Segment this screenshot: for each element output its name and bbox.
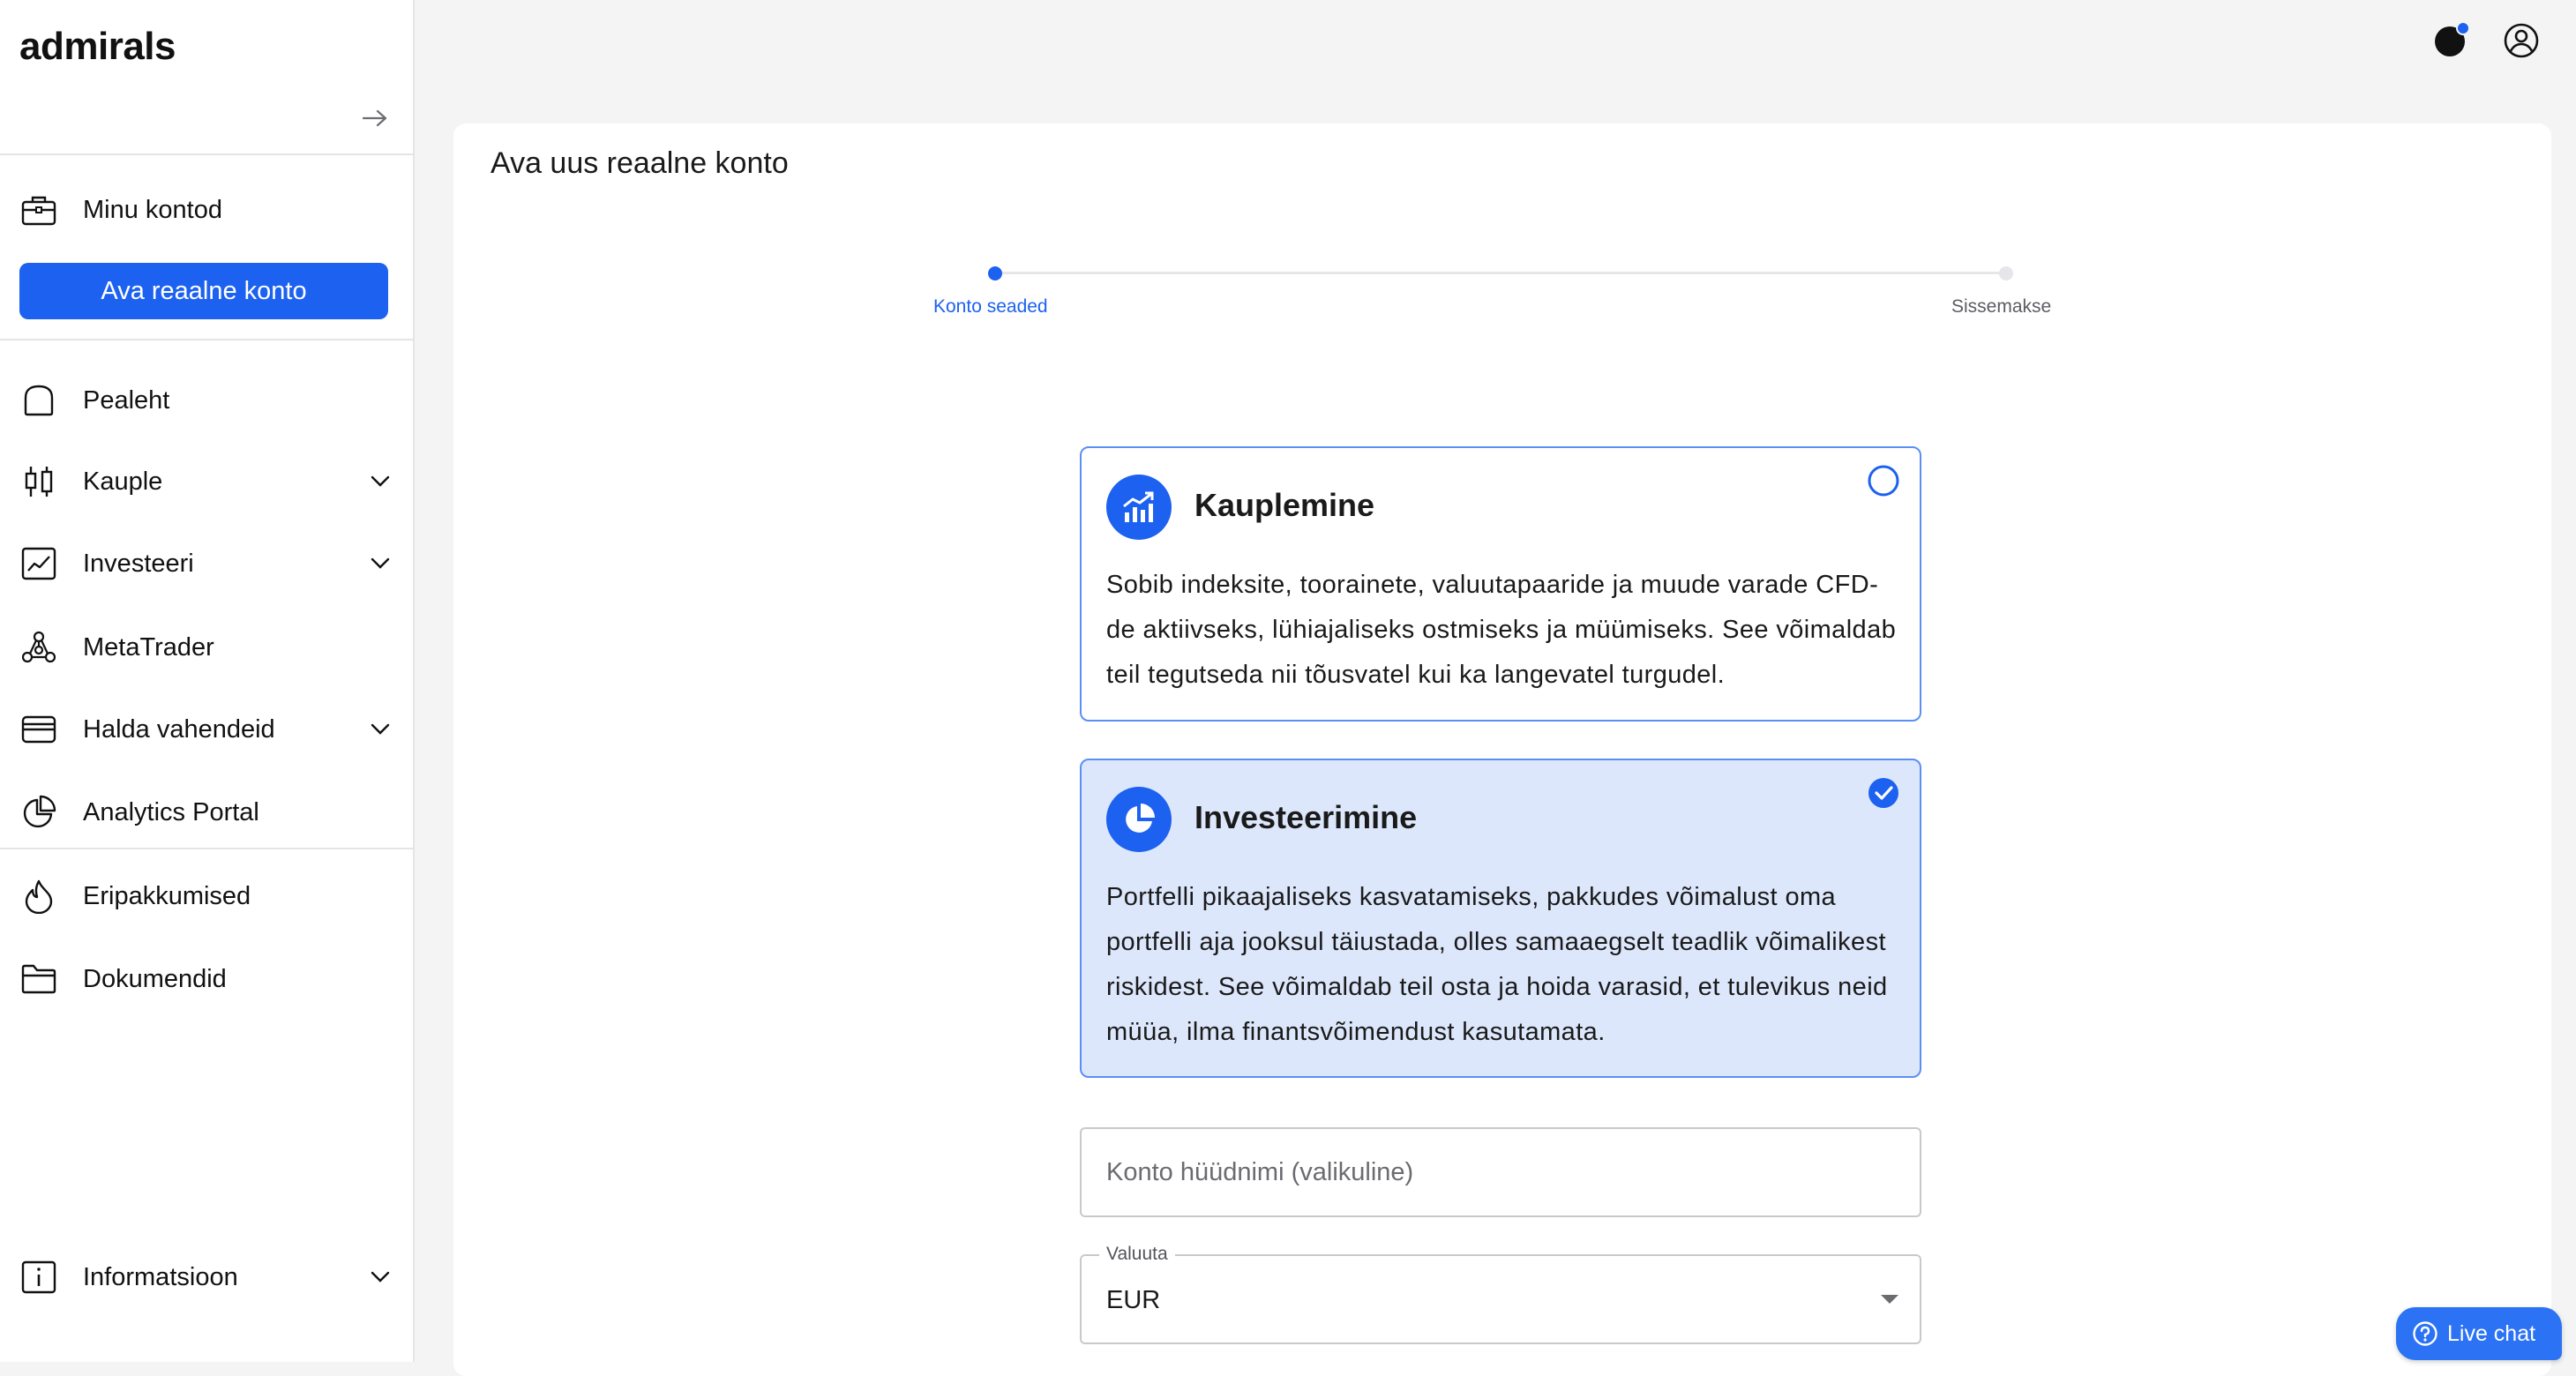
notification-badge [2456, 21, 2470, 35]
card-title: Kauplemine [1194, 487, 1375, 523]
sidebar-item-minu-kontod[interactable]: Minu kontod [0, 178, 415, 242]
network-icon [19, 628, 58, 667]
chart-line-icon [19, 544, 58, 583]
card-title: Investeerimine [1194, 799, 1418, 835]
chevron-down-icon[interactable] [363, 1260, 397, 1294]
step-dot-inactive [1999, 266, 2013, 280]
sidebar-item-label: Investeeri [83, 549, 194, 578]
profile-button[interactable] [2500, 19, 2542, 62]
step-label-konto-seaded[interactable]: Konto seaded [933, 296, 1048, 318]
caret-down-icon [1881, 1295, 1898, 1304]
home-icon [19, 381, 58, 420]
chevron-down-icon[interactable] [363, 465, 397, 498]
help-circle-icon [2412, 1320, 2438, 1347]
step-dot-active [988, 266, 1002, 280]
sidebar-item-analytics-portal[interactable]: Analytics Portal [0, 781, 415, 844]
sidebar-item-halda-vahendeid[interactable]: Halda vahendeid [0, 698, 415, 761]
account-nickname-input[interactable] [1080, 1127, 1921, 1217]
info-icon [19, 1258, 58, 1297]
admirals-logo[interactable]: admirals [19, 25, 176, 69]
currency-select-value: EUR [1106, 1286, 1161, 1314]
sidebar-item-investeeri[interactable]: Investeeri [0, 532, 415, 595]
sidebar-item-label: Kauple [83, 467, 163, 496]
briefcase-icon [19, 191, 58, 229]
user-circle-icon [2504, 23, 2539, 58]
account-type-card-trading[interactable]: Kauplemine Sobib indeksite, toorainete, … [1080, 446, 1921, 722]
sidebar-item-label: Halda vahendeid [83, 714, 275, 744]
sidebar-item-metatrader[interactable]: MetaTrader [0, 616, 415, 679]
pie-chart-icon [19, 793, 58, 832]
step-label-sissemakse[interactable]: Sissemakse [1951, 296, 2051, 318]
currency-select-label: Valuuta [1099, 1244, 1175, 1265]
sidebar-divider [0, 339, 415, 340]
sidebar-item-kauple[interactable]: Kauple [0, 450, 415, 513]
page-title: Ava uus reaalne konto [490, 146, 789, 180]
sidebar-item-pealeht[interactable]: Pealeht [0, 369, 415, 432]
card-description: Portfelli pikaajaliseks kasvatamiseks, p… [1106, 883, 1888, 1046]
trending-up-icon [1106, 475, 1172, 540]
live-chat-label: Live chat [2447, 1320, 2536, 1346]
sidebar-item-label: Dokumendid [83, 964, 227, 993]
account-type-card-investing[interactable]: Investeerimine Portfelli pikaajaliseks k… [1080, 759, 1921, 1078]
arrow-right-icon [362, 109, 387, 127]
sidebar-item-label: Informatsioon [83, 1262, 238, 1291]
flame-icon [19, 877, 58, 916]
card-description: Sobib indeksite, toorainete, valuutapaar… [1106, 571, 1897, 689]
collapse-sidebar-button[interactable] [356, 102, 393, 134]
notifications-button[interactable] [2430, 19, 2472, 62]
candlestick-icon [19, 462, 58, 501]
stepper-track [995, 272, 2010, 274]
sidebar-item-informatsioon[interactable]: Informatsioon [0, 1245, 415, 1309]
sidebar-item-eripakkumised[interactable]: Eripakkumised [0, 864, 415, 928]
pie-chart-icon [1106, 787, 1172, 852]
currency-select[interactable]: Valuuta EUR [1080, 1244, 1921, 1344]
sidebar-divider [0, 848, 415, 849]
wallet-icon [19, 710, 58, 749]
sidebar-divider [0, 153, 415, 155]
sidebar-item-dokumendid[interactable]: Dokumendid [0, 947, 415, 1011]
radio-checked-icon[interactable] [1867, 776, 1900, 810]
sidebar-item-label: MetaTrader [83, 632, 214, 662]
sidebar-item-label: Analytics Portal [83, 797, 259, 826]
sidebar-item-label: Pealeht [83, 385, 170, 415]
open-real-account-button[interactable]: Ava reaalne konto [19, 263, 388, 319]
chevron-down-icon[interactable] [363, 713, 397, 746]
live-chat-button[interactable]: Live chat [2396, 1307, 2562, 1360]
folder-icon [19, 960, 58, 998]
sidebar-item-label: Minu kontod [83, 195, 222, 224]
chevron-down-icon[interactable] [363, 547, 397, 580]
sidebar-item-label: Eripakkumised [83, 881, 251, 910]
radio-unselected-icon[interactable] [1867, 464, 1900, 497]
sidebar: admirals Minu kontod Ava reaalne konto P… [0, 0, 415, 1362]
